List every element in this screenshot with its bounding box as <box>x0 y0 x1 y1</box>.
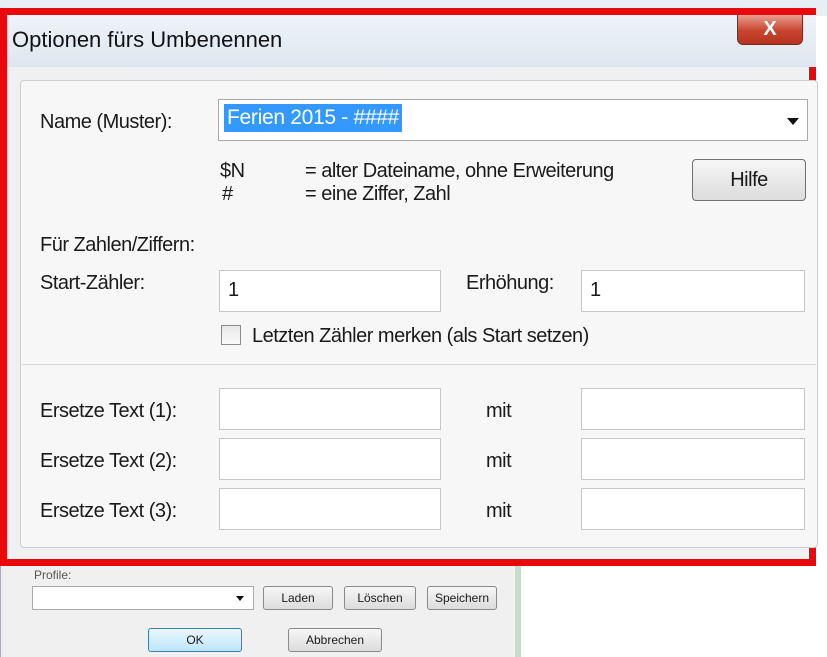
background-window-edge <box>515 560 521 657</box>
start-counter-input[interactable]: 1 <box>219 270 441 312</box>
with-label: mit <box>486 500 512 522</box>
replace-text-1-label: Ersetze Text (1): <box>40 400 177 422</box>
increment-input[interactable]: 1 <box>581 270 805 312</box>
with-label: mit <box>486 400 512 422</box>
name-pattern-label: Name (Muster): <box>40 111 172 133</box>
legend-hash-key: # <box>222 183 233 205</box>
dialog-title: Optionen fürs Umbenennen <box>12 27 283 52</box>
legend-n-description: = alter Dateiname, ohne Erweiterung <box>305 160 614 182</box>
chevron-down-icon[interactable] <box>236 596 244 601</box>
legend-hash-description: = eine Ziffer, Zahl <box>305 183 451 205</box>
close-icon: X <box>763 18 777 40</box>
cancel-button[interactable]: Abbrechen <box>288 628 382 652</box>
ok-button[interactable]: OK <box>148 628 242 652</box>
remember-counter-label[interactable]: Letzten Zähler merken (als Start setzen) <box>252 325 589 348</box>
replace-text-1-replace-input[interactable] <box>581 388 805 430</box>
save-profile-button[interactable]: Speichern <box>427 586 497 610</box>
start-counter-label: Start-Zähler: <box>40 272 145 294</box>
replace-text-2-find-input[interactable] <box>219 438 441 480</box>
numbers-section-label: Für Zahlen/Ziffern: <box>40 234 195 256</box>
replace-text-2-replace-input[interactable] <box>581 438 805 480</box>
chevron-down-icon[interactable] <box>787 118 799 125</box>
close-button[interactable]: X <box>737 15 803 45</box>
remember-counter-checkbox[interactable] <box>221 325 241 345</box>
replace-text-1-find-input[interactable] <box>219 388 441 430</box>
replace-text-2-label: Ersetze Text (2): <box>40 450 177 472</box>
increment-label: Erhöhung: <box>466 272 554 294</box>
section-divider <box>22 364 816 365</box>
replace-text-3-find-input[interactable] <box>219 488 441 530</box>
help-button[interactable]: Hilfe <box>692 159 806 201</box>
profile-select[interactable] <box>32 586 254 610</box>
load-profile-button[interactable]: Laden <box>263 586 333 610</box>
replace-text-3-replace-input[interactable] <box>581 488 805 530</box>
delete-profile-button[interactable]: Löschen <box>344 586 416 610</box>
legend-n-key: $N <box>220 160 245 182</box>
profile-label: Profile: <box>34 568 72 582</box>
replace-text-3-label: Ersetze Text (3): <box>40 500 177 522</box>
with-label: mit <box>486 450 512 472</box>
name-pattern-value[interactable]: Ferien 2015 - #### <box>224 104 403 132</box>
